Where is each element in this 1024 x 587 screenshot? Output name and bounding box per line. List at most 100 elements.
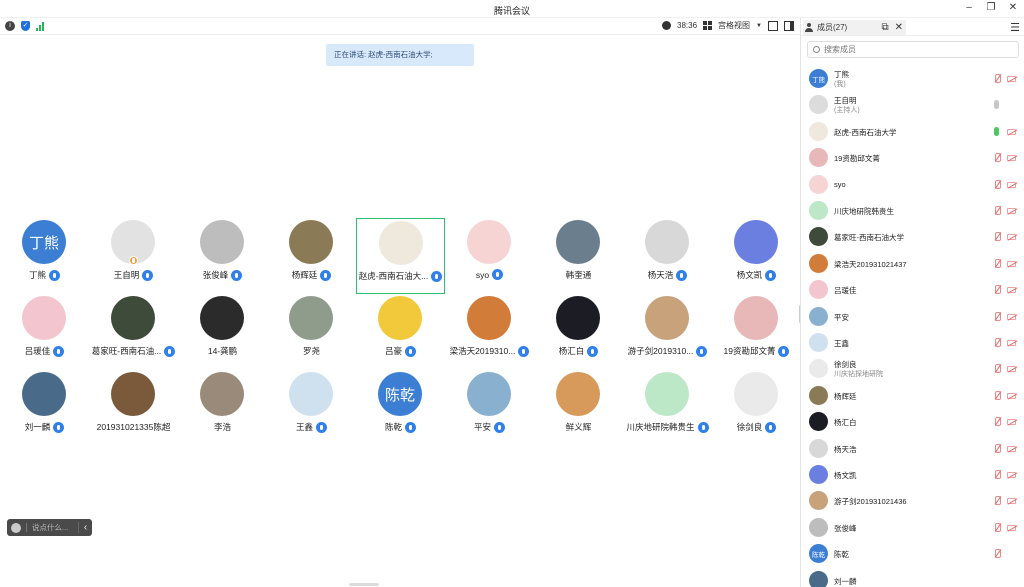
video-tile[interactable]: 吕瑗佳 (0, 294, 89, 370)
mic-muted-icon[interactable] (993, 470, 1001, 480)
video-tile[interactable]: 陈乾 陈乾 (356, 370, 445, 446)
member-search[interactable] (807, 41, 1019, 58)
member-row[interactable]: syo (801, 171, 1024, 197)
member-row[interactable]: 杨辉廷 (801, 382, 1024, 408)
camera-off-icon[interactable] (1007, 366, 1016, 373)
mic-muted-icon[interactable] (993, 417, 1001, 427)
member-row[interactable]: 葛家旺-西南石油大学 (801, 223, 1024, 249)
member-row[interactable]: 平安 (801, 303, 1024, 329)
video-tile[interactable]: 杨文凯 (712, 218, 801, 294)
chat-input-bar[interactable]: 说点什么... ‹ (7, 519, 92, 536)
video-tile[interactable]: syo (445, 218, 534, 294)
member-search-input[interactable] (824, 45, 1004, 54)
mic-muted-icon[interactable] (993, 443, 1001, 454)
camera-off-icon[interactable] (1007, 340, 1016, 346)
video-tile[interactable]: 张俊峰 (178, 218, 267, 294)
view-mode-dropdown[interactable]: 宫格视图 (718, 20, 750, 31)
chat-placeholder[interactable]: 说点什么... (32, 522, 68, 533)
member-row[interactable]: 丁熊 丁熊 (我) (801, 65, 1024, 91)
camera-off-icon[interactable] (1007, 392, 1016, 399)
emoji-icon[interactable] (11, 522, 21, 533)
member-row[interactable]: 杨汇白 (801, 408, 1024, 434)
mic-muted-icon[interactable] (993, 364, 1001, 374)
popout-icon[interactable]: ⧉ (881, 22, 888, 33)
mic-muted-icon[interactable] (993, 390, 1001, 401)
close-panel-icon[interactable]: ✕ (895, 22, 903, 33)
mic-muted-icon[interactable] (993, 522, 1001, 533)
camera-off-icon[interactable] (1007, 208, 1016, 214)
video-tile[interactable]: 徐剑良 (712, 370, 801, 446)
member-row[interactable]: 川庆地研院韩贵生 (801, 197, 1024, 223)
mic-muted-icon[interactable] (993, 496, 1001, 506)
camera-off-icon[interactable] (1007, 498, 1016, 505)
camera-off-icon[interactable] (1007, 419, 1016, 426)
info-icon[interactable]: i (5, 21, 15, 31)
video-tile[interactable]: 川庆地研院韩贵生 (623, 370, 712, 446)
video-tile[interactable]: 赵虎-西南石油大... (356, 218, 445, 294)
mic-muted-icon[interactable] (993, 311, 1001, 322)
camera-off-icon[interactable] (1007, 234, 1016, 241)
video-tile[interactable]: 14-龚鹏 (178, 294, 267, 370)
member-row[interactable]: 吕瑗佳 (801, 276, 1024, 302)
camera-off-icon[interactable] (1007, 128, 1016, 135)
member-row[interactable]: 杨天浩 (801, 435, 1024, 461)
video-tile[interactable]: 刘一麟 (0, 370, 89, 446)
video-tile[interactable]: 201931021335陈超 (89, 370, 178, 446)
fullscreen-icon[interactable] (768, 20, 778, 31)
video-tile[interactable]: 罗尧 (267, 294, 356, 370)
member-row[interactable]: 赵虎-西南石油大学 (801, 118, 1024, 144)
bottom-drag-handle[interactable] (349, 583, 379, 586)
member-row[interactable]: 徐剑良 川庆钻探地研院 (801, 355, 1024, 381)
mic-muted-icon[interactable] (993, 338, 1001, 348)
video-tile[interactable]: 游子剑2019310... (623, 294, 712, 370)
video-tile[interactable]: 王鑫 (267, 370, 356, 446)
member-row[interactable]: 王自明 (主持人) (801, 91, 1024, 117)
minimize-icon[interactable]: – (964, 2, 974, 14)
members-tab[interactable]: 成员(27) ⧉ ✕ (803, 20, 906, 35)
mic-muted-icon[interactable] (993, 285, 1001, 295)
member-row[interactable]: 张俊峰 (801, 514, 1024, 540)
video-tile[interactable]: 韩奎通 (534, 218, 623, 294)
member-row[interactable]: 梁浩天201931021437 (801, 250, 1024, 276)
shield-icon[interactable]: ✓ (21, 21, 30, 31)
member-row[interactable]: 陈乾 陈乾 (801, 540, 1024, 566)
mic-muted-icon[interactable] (993, 179, 1001, 190)
chevron-down-icon[interactable]: ▼ (756, 23, 762, 29)
mic-muted-icon[interactable] (993, 232, 1001, 242)
mic-muted-icon[interactable] (993, 549, 1001, 559)
mic-muted-icon[interactable] (993, 74, 1001, 84)
menu-icon[interactable]: ☰ (1010, 21, 1020, 34)
mic-muted-icon[interactable] (993, 153, 1001, 163)
signal-icon[interactable] (36, 21, 44, 31)
video-tile[interactable]: 杨天浩 (623, 218, 712, 294)
microphone-icon[interactable] (994, 126, 999, 136)
member-row[interactable]: 游子剑201931021436 (801, 487, 1024, 513)
video-tile[interactable]: 吕豪 (356, 294, 445, 370)
member-row[interactable]: 杨文凯 (801, 461, 1024, 487)
mic-muted-icon[interactable] (993, 206, 1001, 216)
camera-off-icon[interactable] (1007, 313, 1016, 320)
chevron-left-icon[interactable]: ‹ (78, 522, 92, 533)
video-tile[interactable]: 鲜义辉 (534, 370, 623, 446)
camera-off-icon[interactable] (1007, 445, 1016, 452)
video-tile[interactable]: 杨辉廷 (267, 218, 356, 294)
member-row[interactable]: 19资勘邱文菁 (801, 144, 1024, 170)
video-tile[interactable]: 葛家旺-西南石油... (89, 294, 178, 370)
camera-off-icon[interactable] (1007, 155, 1016, 162)
camera-off-icon[interactable] (1007, 287, 1016, 294)
camera-off-icon[interactable] (1007, 181, 1016, 188)
microphone-icon[interactable] (994, 100, 999, 110)
camera-off-icon[interactable] (1007, 472, 1016, 478)
camera-off-icon[interactable] (1007, 76, 1016, 82)
close-icon[interactable]: ✕ (1008, 2, 1018, 14)
video-tile[interactable]: 平安 (445, 370, 534, 446)
mic-muted-icon[interactable] (993, 258, 1001, 269)
sidebar-toggle-icon[interactable] (784, 20, 794, 31)
camera-off-icon[interactable] (1007, 524, 1016, 531)
member-row[interactable]: 王鑫 (801, 329, 1024, 355)
video-tile[interactable]: 杨汇白 (534, 294, 623, 370)
video-tile[interactable]: 19资勘邱文菁 (712, 294, 801, 370)
video-tile[interactable]: 梁浩天2019310... (445, 294, 534, 370)
grid-view-icon[interactable] (703, 21, 713, 30)
camera-off-icon[interactable] (1007, 260, 1016, 267)
